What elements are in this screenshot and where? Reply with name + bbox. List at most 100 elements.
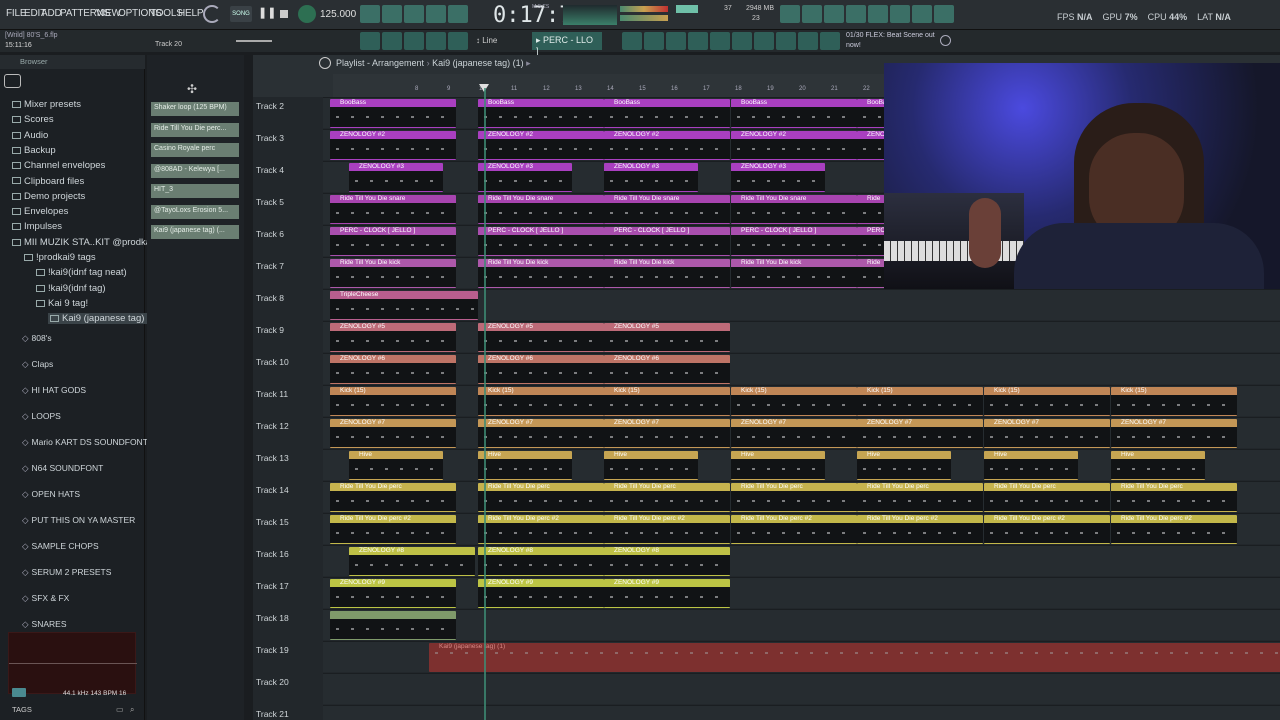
pattern-clip[interactable]: ZENOLOGY #7 (330, 419, 456, 448)
cloud-icon[interactable] (798, 32, 818, 50)
browser-item[interactable]: Clipboard files (12, 176, 84, 187)
track-header[interactable]: Track 20 (256, 677, 322, 687)
browser-item[interactable]: Kai9 (japanese tag) (1) (48, 313, 161, 325)
browser-item[interactable]: ◇ SAMPLE CHOPS (22, 541, 99, 552)
pattern-clip[interactable]: Ride Till You Die perc (330, 483, 456, 512)
pattern-clip[interactable]: Kick (15) (330, 387, 456, 416)
browser-item[interactable]: ◇ PUT THIS ON YA MASTER (22, 515, 135, 526)
channel-button[interactable]: @808AD - Kelewya [... (151, 163, 239, 178)
track-header[interactable]: Track 15 (256, 517, 322, 527)
draw-icon[interactable] (404, 32, 424, 50)
link-icon[interactable] (426, 32, 446, 50)
browser-item[interactable]: !kai9(idnf tag neat) (36, 267, 127, 278)
pattern-clip[interactable]: Hive (984, 451, 1078, 480)
folder-icon[interactable]: ▭ (116, 705, 124, 714)
hint-bar[interactable]: 01/30 FLEX: Beat Scene out now! (846, 31, 936, 51)
pattern-clip[interactable]: Hive (604, 451, 698, 480)
record-icon[interactable] (203, 5, 221, 23)
arrow-icon[interactable] (382, 32, 402, 50)
pattern-clip[interactable]: PERC - CLOCK [ JELLO ] (604, 227, 730, 256)
track-header[interactable]: Track 11 (256, 389, 322, 399)
track-lane[interactable] (323, 673, 1280, 704)
browser-item[interactable]: !prodkai9 tags (24, 252, 96, 263)
pattern-clip[interactable]: Ride Till You Die perc #2 (1111, 515, 1237, 544)
pause-icon[interactable]: ❚❚ (258, 6, 276, 22)
menu-help[interactable]: HELP (178, 8, 204, 19)
snap-selector[interactable]: ↕ Line (476, 36, 497, 45)
pattern-clip[interactable]: Ride Till You Die perc (984, 483, 1110, 512)
pattern-clip[interactable]: Ride Till You Die kick (478, 259, 604, 288)
tuner-icon[interactable] (890, 5, 910, 23)
track-header[interactable]: Track 4 (256, 165, 322, 175)
pattern-clip[interactable]: Ride Till You Die perc (857, 483, 983, 512)
pattern-clip[interactable]: ZENOLOGY #7 (478, 419, 604, 448)
pattern-clip[interactable]: Ride Till You Die snare (478, 195, 604, 224)
pattern-clip[interactable]: ZENOLOGY #6 (330, 355, 456, 384)
master-volume-slider[interactable] (236, 40, 272, 42)
track-header[interactable]: Track 14 (256, 485, 322, 495)
pattern-clip[interactable]: ZENOLOGY #2 (857, 131, 885, 160)
channel-button[interactable]: Casino Royale perc (151, 143, 239, 157)
pattern-clip[interactable]: Ride Till You Die kick (604, 259, 730, 288)
pattern-clip[interactable]: TripleCheese (330, 291, 478, 320)
pattern-clip[interactable]: ZENOLOGY #3 (731, 163, 825, 192)
browser-item[interactable]: ◇ N64 SOUNDFONT (22, 463, 103, 474)
pattern-clip[interactable]: Kick (15) (731, 387, 857, 416)
track-header[interactable]: Track 12 (256, 421, 322, 431)
pattern-clip[interactable]: ZENOLOGY #7 (984, 419, 1110, 448)
track-lane[interactable]: Kai9 (japanese tag) (1) (323, 641, 1280, 672)
track-header[interactable]: Track 10 (256, 357, 322, 367)
track-header[interactable]: Track 7 (256, 261, 322, 271)
pattern-clip[interactable]: Hive (1111, 451, 1205, 480)
track-header[interactable]: Track 21 (256, 709, 322, 719)
channel-button[interactable]: HIT_3 (151, 184, 239, 198)
pattern-clip[interactable] (330, 611, 456, 640)
pattern-clip[interactable]: BooBass (604, 99, 730, 128)
track-lane[interactable]: Ride Till You Die perc #2 Ride Till You D… (323, 513, 1280, 544)
pattern-clip[interactable]: ZENOLOGY #2 (478, 131, 604, 160)
playlist-view-icon[interactable] (360, 32, 380, 50)
browser-item[interactable]: Impulses (12, 221, 62, 232)
track-lane[interactable]: TripleCheese (323, 289, 1280, 320)
pattern-clip[interactable]: BooBass (857, 99, 885, 128)
channel-button[interactable]: @TayoLoxs Erosion 5... (151, 204, 239, 219)
project-icon[interactable] (732, 32, 752, 50)
track-header[interactable]: Track 16 (256, 549, 322, 559)
track-header[interactable]: Track 8 (256, 293, 322, 303)
pattern-clip[interactable]: Ride Till You Die snare (604, 195, 730, 224)
pattern-clip[interactable]: ZENOLOGY #6 (604, 355, 730, 384)
pattern-clip[interactable]: ZENOLOGY #7 (604, 419, 730, 448)
pattern-clip[interactable]: ZENOLOGY #2 (604, 131, 730, 160)
cart-icon[interactable] (820, 32, 840, 50)
track-header[interactable]: Track 13 (256, 453, 322, 463)
menu-add[interactable]: ADD (41, 8, 62, 19)
pattern-clip[interactable]: Ride Till You Die kick (731, 259, 857, 288)
pattern-clip[interactable]: Kick (15) (478, 387, 604, 416)
undo-history-icon[interactable] (780, 5, 800, 23)
countdown-icon[interactable] (404, 5, 424, 23)
pattern-clip[interactable]: Ride Till You Die perc #2 (478, 515, 604, 544)
browser-item[interactable]: ◇ SNARES (22, 619, 67, 630)
browser-item[interactable]: Scores (12, 114, 54, 125)
browser-item[interactable]: Kai 9 tag! (36, 298, 88, 309)
play-icon[interactable] (298, 5, 316, 23)
channel-button[interactable]: Shaker loop (125 BPM) (151, 102, 239, 116)
pattern-clip[interactable]: ZENOLOGY #2 (731, 131, 857, 160)
tempo-display[interactable]: 125.000 (320, 9, 356, 20)
pattern-clip[interactable]: Hive (349, 451, 443, 480)
track-lane[interactable]: ZENOLOGY #7 ZENOLOGY #7 ZENOLOGY #7 ZENOLOG… (323, 417, 1280, 448)
pattern-clip[interactable]: ZENOLOGY #5 (330, 323, 456, 352)
pattern-clip[interactable]: ZENOLOGY #2 (330, 131, 456, 160)
pattern-clip[interactable]: ZENOLOGY #5 (478, 323, 604, 352)
browser-item[interactable]: Envelopes (12, 206, 68, 217)
mixer-icon[interactable] (666, 32, 686, 50)
pattern-clip[interactable]: ZENOLOGY #7 (857, 419, 983, 448)
pattern-clip[interactable]: Kai9 (japanese tag) (1) (429, 643, 1280, 672)
pattern-clip[interactable]: PERC - CLOCK [ JELLO ] (731, 227, 857, 256)
pattern-clip[interactable]: Hive (478, 451, 572, 480)
browser-item[interactable]: ◇ LOOPS (22, 411, 61, 422)
blend-notes-icon[interactable] (448, 5, 468, 23)
pattern-clip[interactable]: ZENOLOGY #7 (731, 419, 857, 448)
pattern-clip[interactable]: PERC - CLOCK [ JELLO ] (478, 227, 604, 256)
track-header[interactable]: Track 3 (256, 133, 322, 143)
